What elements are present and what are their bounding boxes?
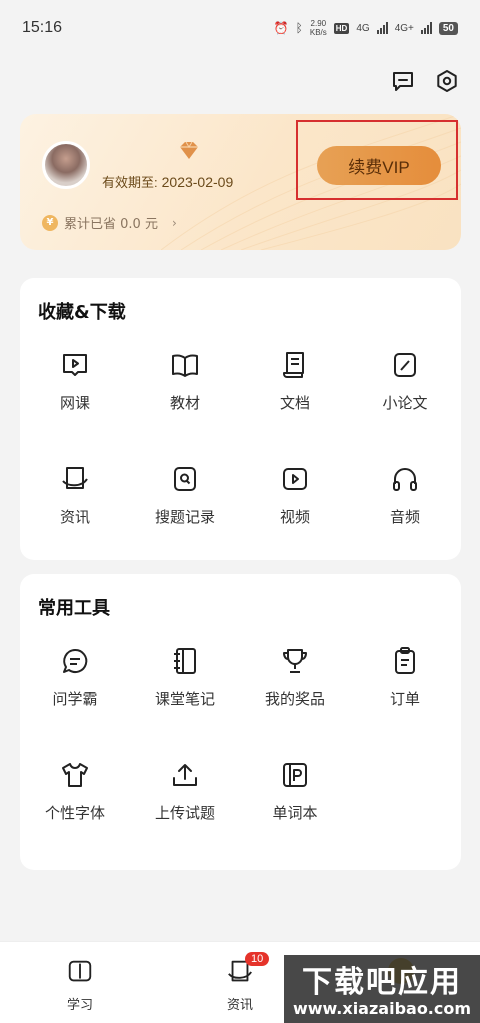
net-speed: 2.90 KB/s: [310, 19, 327, 37]
grid-item-search-record[interactable]: 搜题记录: [130, 464, 240, 527]
watermark-main: 下载吧应用: [302, 965, 462, 1000]
tab-news[interactable]: 10 资讯: [195, 952, 285, 1013]
notification-badge: 10: [245, 952, 270, 966]
tools-section: 常用工具 问学霸 课堂笔记 我的奖品 订单 个性字体 上传试题 单词本: [20, 574, 461, 870]
grid-item-video[interactable]: 视频: [240, 464, 350, 527]
trophy-icon: [283, 649, 307, 673]
grid-item-my-prizes[interactable]: 我的奖品: [240, 646, 350, 709]
grid-item-class-notes[interactable]: 课堂笔记: [130, 646, 240, 709]
pen-paper-icon: [394, 353, 416, 377]
alarm-icon: ⏰: [273, 21, 289, 35]
grid-item-label: 问学霸: [52, 690, 98, 708]
diamond-icon: [180, 141, 198, 159]
collections-section: 收藏&下载 网课 教材 文档 小论文 资讯 搜题记录 视频 音频: [20, 278, 461, 560]
chevron-right-icon: ›: [171, 215, 177, 230]
message-button[interactable]: [390, 68, 416, 94]
grid-item-label: 视频: [279, 508, 310, 526]
grid-item-audio[interactable]: 音频: [350, 464, 460, 527]
status-time: 15:16: [22, 19, 63, 36]
status-bar: 15:16 ⏰ ᛒ 2.90 KB/s HD 4G 4G+ 50: [0, 0, 480, 56]
grid-item-word-book[interactable]: 单词本: [240, 760, 350, 823]
book-icon: [68, 960, 92, 982]
network-2-label: 4G+: [394, 22, 414, 34]
battery-indicator: 50: [438, 21, 458, 35]
gear-icon: [437, 70, 457, 92]
savings-text: 累计已省 0.0 元: [64, 217, 158, 232]
watermark: 下载吧应用 www.xiazaibao.com: [284, 955, 480, 1023]
clipboard-icon: [395, 647, 415, 674]
video-course-icon: [63, 354, 87, 376]
hd-badge: HD: [333, 22, 350, 34]
grid-item-label: 资讯: [59, 508, 90, 526]
grid-item-label: 上传试题: [154, 804, 215, 822]
grid-item-label: 文档: [279, 394, 310, 412]
word-book-icon: [283, 763, 307, 787]
grid-item-label: 单词本: [272, 804, 318, 822]
tab-label: 资讯: [226, 998, 253, 1013]
avatar[interactable]: [42, 141, 90, 189]
chat-icon: [63, 648, 88, 673]
tshirt-icon: [62, 763, 88, 787]
bluetooth-icon: ᛒ: [295, 21, 303, 35]
top-actions: [390, 68, 460, 94]
section-title: 常用工具: [38, 598, 110, 619]
section-title: 收藏&下载: [38, 302, 126, 323]
message-icon: [393, 72, 413, 91]
tab-study[interactable]: 学习: [35, 958, 125, 1013]
upload-icon: [173, 764, 197, 786]
grid-item-document[interactable]: 文档: [240, 350, 350, 413]
expiry-date: 2023-02-09: [161, 174, 234, 190]
search-record-icon: [174, 467, 196, 491]
notebook-icon: [174, 648, 196, 674]
grid-item-label: 音频: [389, 508, 420, 526]
grid-item-label: 我的奖品: [264, 690, 325, 708]
network-1-label: 4G: [356, 22, 370, 34]
grid-item-label: 搜题记录: [154, 508, 215, 526]
document-icon: [283, 352, 304, 378]
coin-icon: ¥: [42, 214, 58, 231]
grid-item-essay[interactable]: 小论文: [350, 350, 460, 413]
headphones-icon: [393, 468, 417, 491]
grid-item-textbook[interactable]: 教材: [130, 350, 240, 413]
net-speed-value: 2.90: [310, 19, 327, 28]
signal-icon: [420, 22, 432, 34]
settings-button[interactable]: [434, 68, 460, 94]
grid-item-label: 教材: [169, 394, 200, 412]
grid-item-custom-font[interactable]: 个性字体: [20, 760, 130, 823]
signal-icon: [376, 22, 388, 34]
grid-item-label: 订单: [389, 690, 420, 708]
highlight-box: [296, 120, 458, 200]
grid-item-ask-expert[interactable]: 问学霸: [20, 646, 130, 709]
grid-item-label: 个性字体: [44, 804, 105, 822]
grid-item-label: 网课: [59, 394, 90, 412]
video-icon: [283, 468, 307, 490]
news-icon: [62, 467, 88, 489]
tab-label: 学习: [66, 998, 93, 1013]
net-speed-unit: KB/s: [309, 28, 327, 37]
watermark-url: www.xiazaibao.com: [292, 999, 472, 1018]
expiry-label: 有效期至:: [102, 175, 158, 190]
savings-row[interactable]: ¥ 累计已省 0.0 元 ›: [42, 213, 177, 232]
grid-item-news[interactable]: 资讯: [20, 464, 130, 527]
book-icon: [172, 354, 198, 377]
status-icons: ⏰ ᛒ 2.90 KB/s HD 4G 4G+ 50: [274, 19, 458, 37]
grid-item-orders[interactable]: 订单: [350, 646, 460, 709]
grid-item-upload-questions[interactable]: 上传试题: [130, 760, 240, 823]
grid-item-label: 小论文: [382, 394, 428, 412]
grid-item-online-course[interactable]: 网课: [20, 350, 130, 413]
grid-item-label: 课堂笔记: [154, 690, 215, 708]
vip-expiry: 有效期至: 2023-02-09: [102, 172, 233, 191]
